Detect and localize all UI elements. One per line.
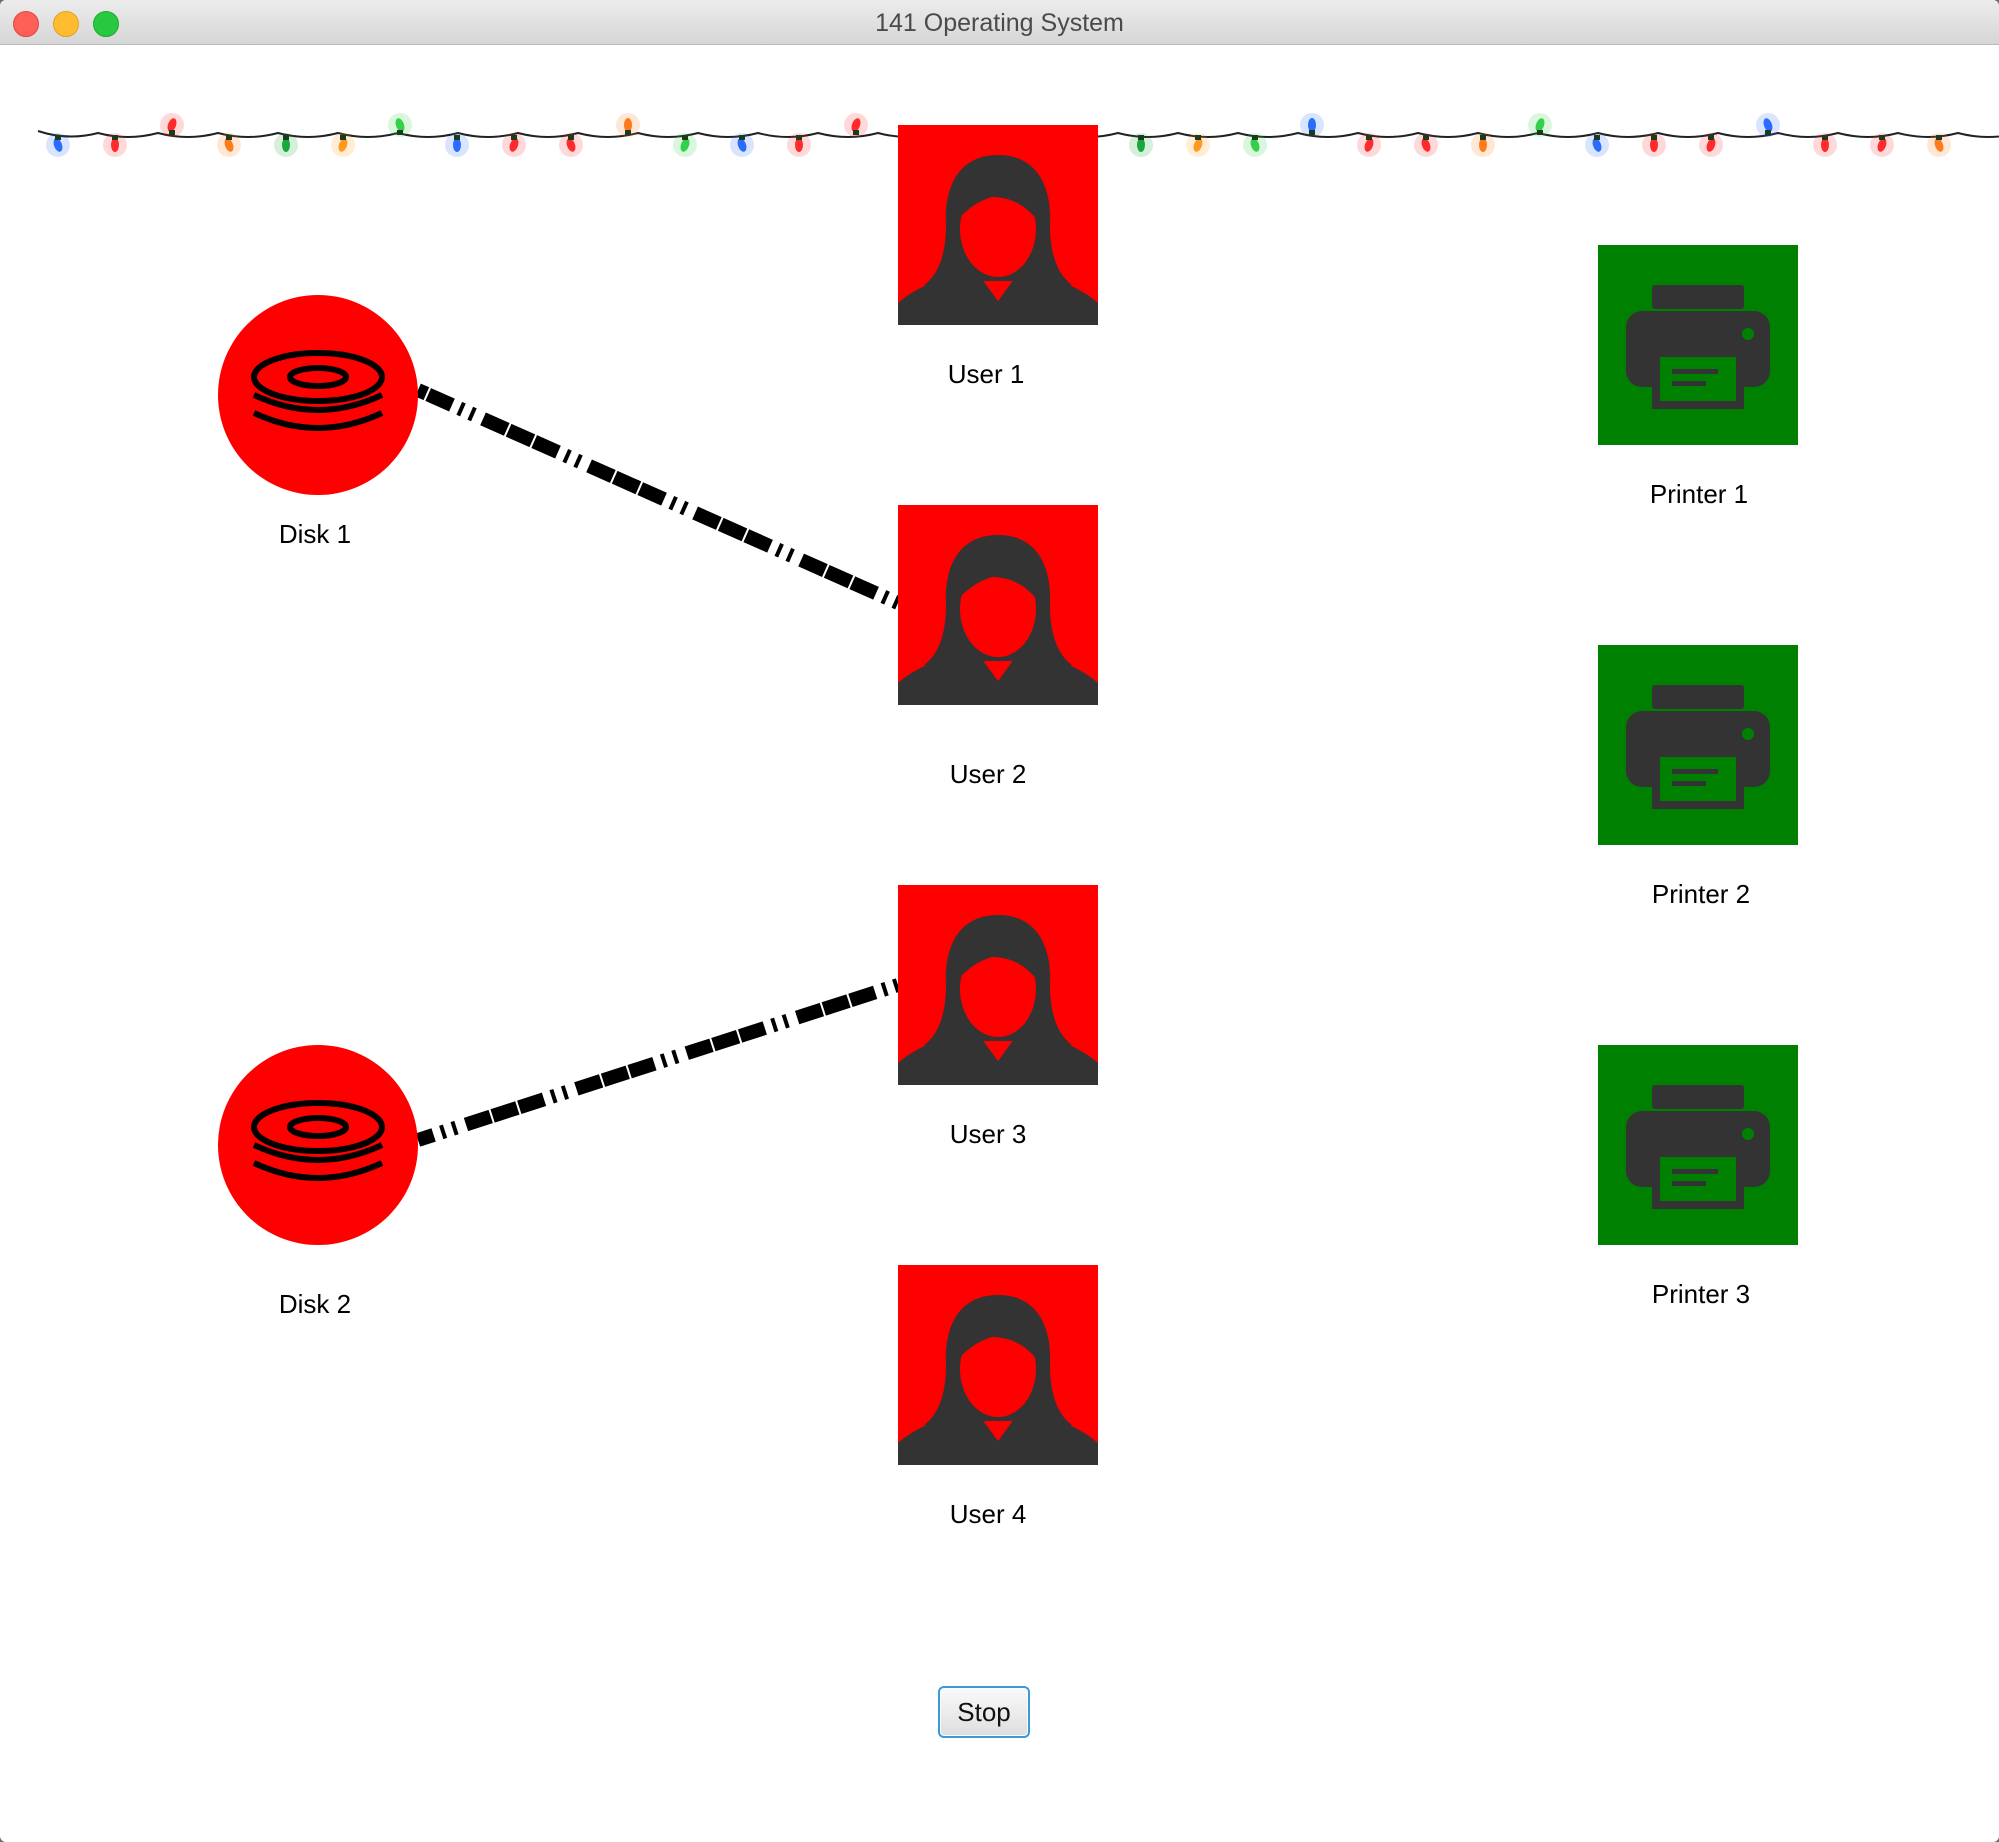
printer-1-label: Printer 1 — [1649, 479, 1749, 509]
connection-user3-disk2 — [415, 978, 901, 1147]
user-3 — [898, 885, 1098, 1085]
printer-icon — [1598, 645, 1798, 845]
user-4-label: User 4 — [949, 1499, 1027, 1529]
user-icon — [898, 1265, 1098, 1465]
user-3-label: User 3 — [949, 1119, 1027, 1149]
user-icon — [898, 125, 1098, 325]
user-icon — [898, 885, 1098, 1085]
printer-2-label: Printer 2 — [1651, 879, 1751, 909]
disk-icon — [218, 295, 418, 495]
printer-1 — [1598, 245, 1798, 445]
printer-icon — [1598, 1045, 1798, 1245]
disk-2-label: Disk 2 — [278, 1289, 352, 1319]
app-window: 141 Operating System Disk 1 Disk 2 User … — [0, 0, 1999, 1842]
simulation-canvas: Disk 1 Disk 2 User 1 User 2 User 3 User … — [0, 45, 1999, 1842]
disk-1-label: Disk 1 — [278, 519, 352, 549]
user-4 — [898, 1265, 1098, 1465]
user-1 — [898, 125, 1098, 325]
printer-icon — [1598, 245, 1798, 445]
user-2-label: User 2 — [949, 759, 1027, 789]
printer-2 — [1598, 645, 1798, 845]
disk-2 — [218, 1045, 418, 1245]
user-1-label: User 1 — [947, 359, 1025, 389]
user-2 — [898, 505, 1098, 705]
user-icon — [898, 505, 1098, 705]
printer-3 — [1598, 1045, 1798, 1245]
disk-1 — [218, 295, 418, 495]
stop-button[interactable]: Stop — [938, 1686, 1030, 1738]
disk-icon — [218, 1045, 418, 1245]
title-bar: 141 Operating System — [0, 0, 1999, 45]
window-title: 141 Operating System — [875, 9, 1124, 37]
connection-user2-disk1 — [415, 383, 901, 610]
printer-3-label: Printer 3 — [1651, 1279, 1751, 1309]
